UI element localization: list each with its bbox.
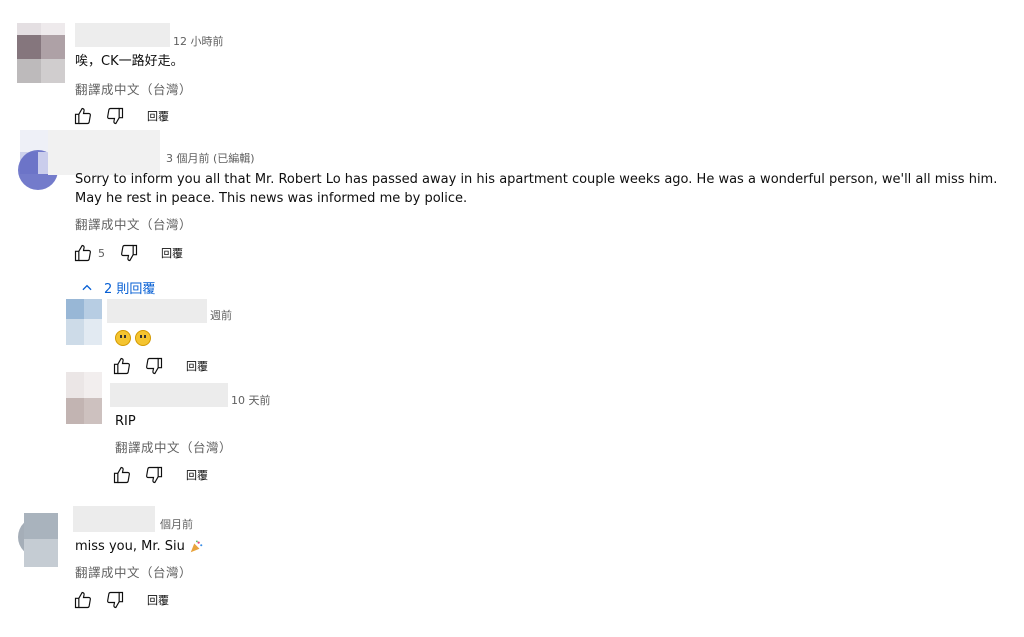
thumbs-down-icon[interactable] <box>144 356 164 376</box>
reply-button[interactable]: 回覆 <box>147 592 169 608</box>
comment-actions: 回覆 <box>112 356 208 376</box>
thumbs-up-icon[interactable] <box>73 243 93 263</box>
comment-actions: 回覆 <box>112 465 208 485</box>
comment-time[interactable]: 個月前 <box>160 516 193 532</box>
comment-time[interactable]: 10 天前 <box>231 392 271 408</box>
reply-button[interactable]: 回覆 <box>186 467 208 483</box>
thumbs-up-icon[interactable] <box>73 106 93 126</box>
comment-actions: 5 回覆 <box>73 243 183 263</box>
author-name[interactable] <box>75 23 170 47</box>
thumbs-up-icon[interactable] <box>73 590 93 610</box>
party-popper-emoji-icon <box>190 539 203 552</box>
author-name[interactable] <box>107 299 207 323</box>
author-name[interactable] <box>73 506 155 532</box>
reply-button[interactable]: 回覆 <box>186 358 208 374</box>
author-name[interactable] <box>110 383 228 407</box>
like-count: 5 <box>98 246 105 260</box>
translate-link[interactable]: 翻譯成中文（台灣） <box>75 214 192 233</box>
avatar[interactable] <box>17 23 65 83</box>
translate-link[interactable]: 翻譯成中文（台灣） <box>75 79 192 98</box>
comment-text: RIP <box>115 414 136 429</box>
avatar[interactable] <box>66 372 102 424</box>
comment-time[interactable]: 週前 <box>210 307 232 323</box>
comment-time[interactable]: 3 個月前 (已編輯) <box>166 150 255 166</box>
chevron-up-icon <box>82 284 92 290</box>
thumbs-down-icon[interactable] <box>144 465 164 485</box>
scream-emoji-icon <box>115 329 131 346</box>
translate-link[interactable]: 翻譯成中文（台灣） <box>115 437 232 456</box>
replies-toggle-button[interactable]: 2 則回覆 <box>80 278 155 297</box>
comment-text-content: miss you, Mr. Siu <box>75 539 185 554</box>
replies-toggle-label: 2 則回覆 <box>104 282 156 297</box>
thumbs-down-icon[interactable] <box>105 590 125 610</box>
author-name[interactable] <box>48 130 160 175</box>
thumbs-down-icon[interactable] <box>105 106 125 126</box>
translate-link[interactable]: 翻譯成中文（台灣） <box>75 562 192 581</box>
reply-button[interactable]: 回覆 <box>147 108 169 124</box>
thumbs-down-icon[interactable] <box>119 243 139 263</box>
comment-actions: 回覆 <box>73 106 169 126</box>
comment-text: miss you, Mr. Siu <box>75 537 203 556</box>
comment-text: Sorry to inform you all that Mr. Robert … <box>75 172 998 206</box>
comment-text: 唉，CK一路好走。 <box>75 54 184 69</box>
reply-button[interactable]: 回覆 <box>161 245 183 261</box>
comment-text <box>115 328 155 347</box>
comment-time[interactable]: 12 小時前 <box>173 33 224 49</box>
avatar[interactable] <box>18 513 60 567</box>
scream-emoji-icon <box>135 329 151 346</box>
comment-actions: 回覆 <box>73 590 169 610</box>
avatar[interactable] <box>66 299 102 345</box>
thumbs-up-icon[interactable] <box>112 356 132 376</box>
thumbs-up-icon[interactable] <box>112 465 132 485</box>
